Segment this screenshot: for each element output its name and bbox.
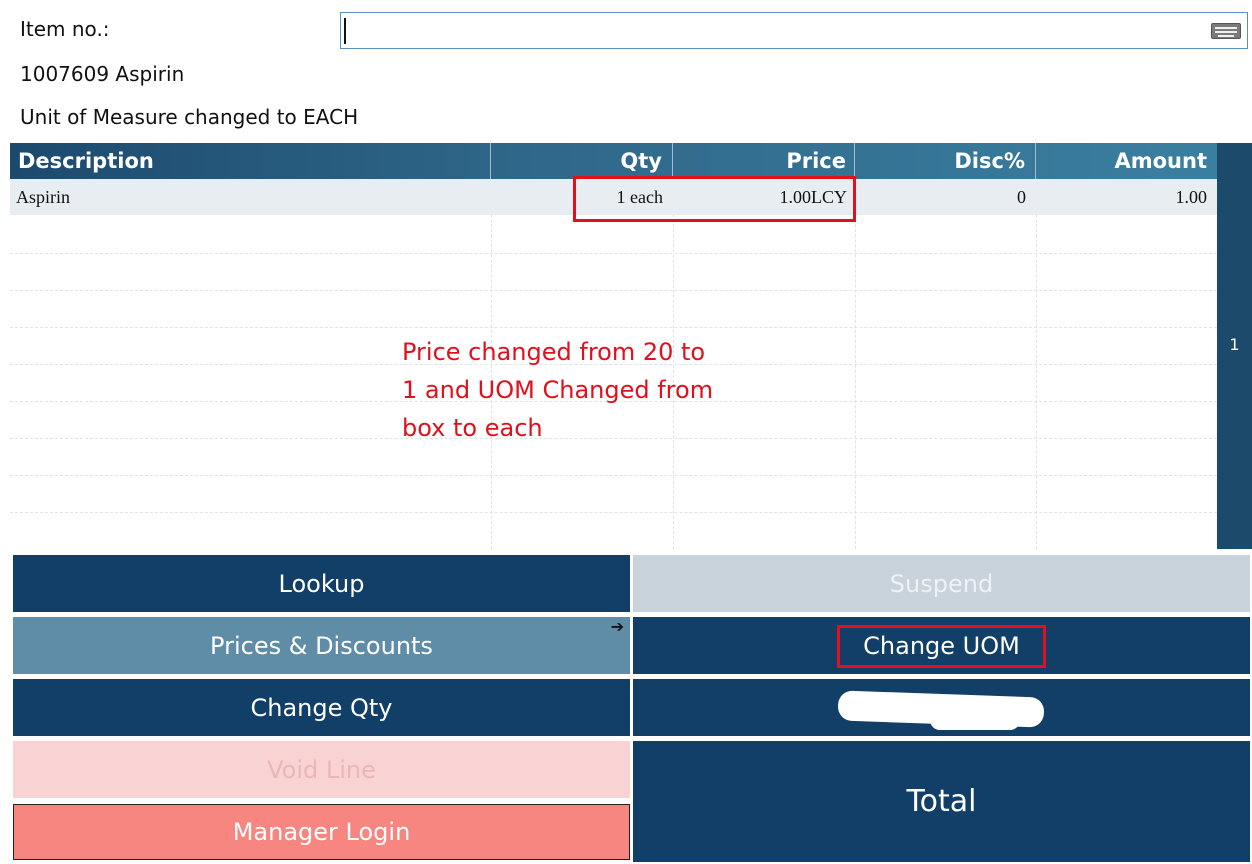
annotation-note: Price changed from 20 to 1 and UOM Chang… [402,333,762,447]
manager-login-button[interactable]: Manager Login [13,804,630,860]
row-divider [10,512,1217,513]
item-no-field[interactable] [340,12,1248,49]
scroll-page-indicator: 1 [1229,335,1240,354]
column-header-price[interactable]: Price [673,143,855,179]
total-button[interactable]: Total [633,741,1250,862]
change-qty-label: Change Qty [250,693,393,722]
prices-discounts-button[interactable]: Prices & Discounts ➔ [13,617,630,674]
column-header-disc[interactable]: Disc% [855,143,1036,179]
change-qty-button[interactable]: Change Qty [13,679,630,736]
cell-description: Aspirin [16,187,70,207]
void-line-button: Void Line [13,741,630,798]
keyboard-icon[interactable] [1211,23,1241,39]
lookup-button[interactable]: Lookup [13,555,630,612]
status-message: Unit of Measure changed to EACH [20,105,359,129]
row-divider [10,327,1217,328]
item-no-label: Item no.: [20,17,110,41]
submenu-arrow-icon: ➔ [610,617,624,636]
text-caret [344,18,346,44]
change-uom-highlight [837,625,1046,668]
suspend-button: Suspend [633,555,1250,612]
manager-login-label: Manager Login [232,818,411,846]
grid-scrollbar[interactable]: 1 [1217,143,1252,549]
column-header-description[interactable]: Description [10,143,491,179]
cell-disc: 0 [1017,187,1026,207]
column-header-qty[interactable]: Qty [491,143,673,179]
redaction-mark [930,708,1020,730]
annotation-line: 1 and UOM Changed from [402,376,714,404]
qty-price-highlight [573,176,856,222]
item-no-input[interactable] [341,13,1247,48]
row-divider [10,475,1217,476]
suspend-label: Suspend [889,569,994,598]
grid-header: Description Qty Price Disc% Amount [10,143,1217,179]
cell-amount: 1.00 [1175,187,1208,207]
annotation-line: box to each [402,414,543,442]
column-header-amount[interactable]: Amount [1036,143,1217,179]
total-label: Total [906,784,977,819]
prices-discounts-label: Prices & Discounts [210,631,433,660]
row-divider [10,290,1217,291]
annotation-line: Price changed from 20 to [402,338,706,366]
item-line: 1007609 Aspirin [20,62,185,86]
lookup-label: Lookup [278,569,365,598]
row-divider [10,253,1217,254]
void-line-label: Void Line [267,755,376,784]
